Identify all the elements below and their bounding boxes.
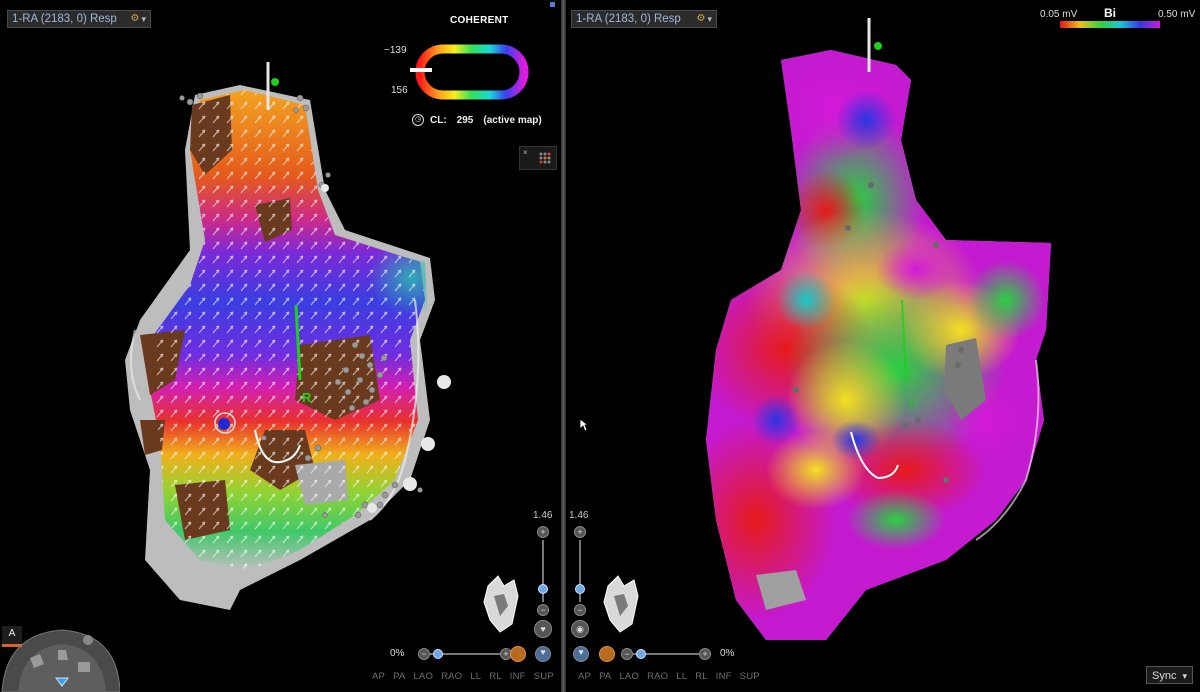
- opacity-plus-button[interactable]: +: [699, 648, 711, 660]
- map-mode-label: COHERENT: [450, 15, 509, 26]
- anatomic-label: R: [302, 390, 312, 405]
- cl-label: CL:: [430, 114, 447, 126]
- view-pa-button[interactable]: PA: [393, 671, 405, 682]
- shell-icon[interactable]: [510, 646, 526, 662]
- zoom-out-button[interactable]: −: [537, 604, 549, 616]
- zoom-in-button[interactable]: +: [537, 526, 549, 538]
- view-lao-button[interactable]: LAO: [413, 671, 433, 682]
- opacity-value: 0%: [720, 648, 735, 659]
- zoom-slider-knob[interactable]: [538, 584, 548, 594]
- view-rao-button[interactable]: RAO: [647, 671, 668, 682]
- scale-max-value: 156: [391, 85, 408, 96]
- color-scale-pointer: [410, 68, 432, 72]
- close-icon[interactable]: ×: [523, 148, 528, 157]
- heart-view-button[interactable]: ♥: [573, 646, 589, 662]
- catheter-marker: [271, 78, 279, 86]
- view-sup-button[interactable]: SUP: [740, 671, 760, 682]
- view-ap-button[interactable]: AP: [372, 671, 385, 682]
- grid-dots-icon[interactable]: [538, 151, 552, 165]
- opacity-minus-button[interactable]: −: [418, 648, 430, 660]
- right-map-viewport[interactable]: R 1-RA (2183, 0) Resp ⚙ ▾ 0.05 mV Bi 0.5…: [566, 0, 1200, 692]
- view-sup-button[interactable]: SUP: [534, 671, 554, 682]
- catheter-tip-electrode: [218, 418, 230, 430]
- sync-dropdown[interactable]: Sync ▾: [1146, 666, 1193, 684]
- orientation-tag[interactable]: A: [2, 626, 22, 647]
- view-pa-button[interactable]: PA: [599, 671, 611, 682]
- catheter-marker: [874, 42, 882, 50]
- map-settings-icon[interactable]: ⚙: [697, 10, 706, 28]
- opacity-slider-knob[interactable]: [433, 649, 443, 659]
- view-ap-button[interactable]: AP: [578, 671, 591, 682]
- zoom-slider-knob[interactable]: [575, 584, 585, 594]
- voltage-color-bar: [1060, 21, 1160, 28]
- zoom-out-button[interactable]: −: [574, 604, 586, 616]
- map-settings-icon[interactable]: ⚙: [131, 10, 140, 28]
- zoom-value: 1.46: [533, 510, 553, 521]
- chevron-down-icon[interactable]: ▾: [141, 10, 146, 28]
- view-inf-button[interactable]: INF: [510, 671, 526, 682]
- scale-min-value: −139: [384, 45, 407, 56]
- anatomic-label: R: [909, 397, 918, 411]
- map-selector[interactable]: 1-RA (2183, 0) Resp ⚙ ▾: [571, 10, 717, 28]
- heart-view-button[interactable]: ♥: [535, 646, 551, 662]
- cl-value: 295: [456, 114, 474, 126]
- view-inf-button[interactable]: INF: [716, 671, 732, 682]
- scale-mode-label: Bi: [1104, 6, 1116, 20]
- view-ll-button[interactable]: LL: [676, 671, 687, 682]
- voltage-map-3d[interactable]: R: [566, 0, 1200, 692]
- view-buttons: AP PA LAO RAO LL RL INF SUP: [578, 671, 760, 682]
- heart-icon[interactable]: ♥: [534, 620, 552, 638]
- map-selector-label: 1-RA (2183, 0) Resp: [576, 13, 681, 25]
- mouse-cursor-icon: [579, 418, 589, 432]
- cl-note: (active map): [483, 114, 542, 126]
- view-lao-button[interactable]: LAO: [619, 671, 639, 682]
- heart-orientation-thumbnail: [603, 575, 639, 633]
- voltage-surface: [706, 50, 1051, 640]
- cycle-length-row: ◷ CL: 295 (active map): [412, 114, 542, 126]
- shell-icon[interactable]: ◉: [571, 620, 589, 638]
- activation-map-3d[interactable]: R: [0, 0, 561, 692]
- mini-toolbar[interactable]: ×: [519, 146, 557, 170]
- sync-label: Sync: [1152, 670, 1177, 682]
- scale-min-value: 0.05 mV: [1040, 9, 1078, 20]
- zoom-in-button[interactable]: +: [574, 526, 586, 538]
- map-selector[interactable]: 1-RA (2183, 0) Resp ⚙ ▾: [7, 10, 151, 28]
- chevron-down-icon[interactable]: ▾: [707, 10, 712, 28]
- map-selector-label: 1-RA (2183, 0) Resp: [12, 13, 117, 25]
- scale-max-value: 0.50 mV: [1158, 9, 1196, 20]
- opacity-value: 0%: [390, 648, 405, 659]
- opacity-slider-knob[interactable]: [636, 649, 646, 659]
- opacity-minus-button[interactable]: −: [621, 648, 633, 660]
- zoom-value: 1.46: [569, 510, 589, 521]
- shell-icon[interactable]: [599, 646, 615, 662]
- chevron-down-icon: ▾: [1182, 671, 1187, 681]
- clock-icon: ◷: [412, 114, 424, 126]
- color-scale-ring: [415, 44, 529, 100]
- view-rl-button[interactable]: RL: [695, 671, 708, 682]
- left-map-viewport[interactable]: R 1-RA (2183, 0) Resp ⚙ ▾ COHERENT −139 …: [0, 0, 561, 692]
- view-buttons: AP PA LAO RAO LL RL INF SUP: [372, 671, 554, 682]
- view-rao-button[interactable]: RAO: [441, 671, 462, 682]
- view-rl-button[interactable]: RL: [489, 671, 502, 682]
- heart-orientation-thumbnail: [483, 575, 519, 633]
- view-ll-button[interactable]: LL: [470, 671, 481, 682]
- pane-corner-marker: [550, 2, 555, 7]
